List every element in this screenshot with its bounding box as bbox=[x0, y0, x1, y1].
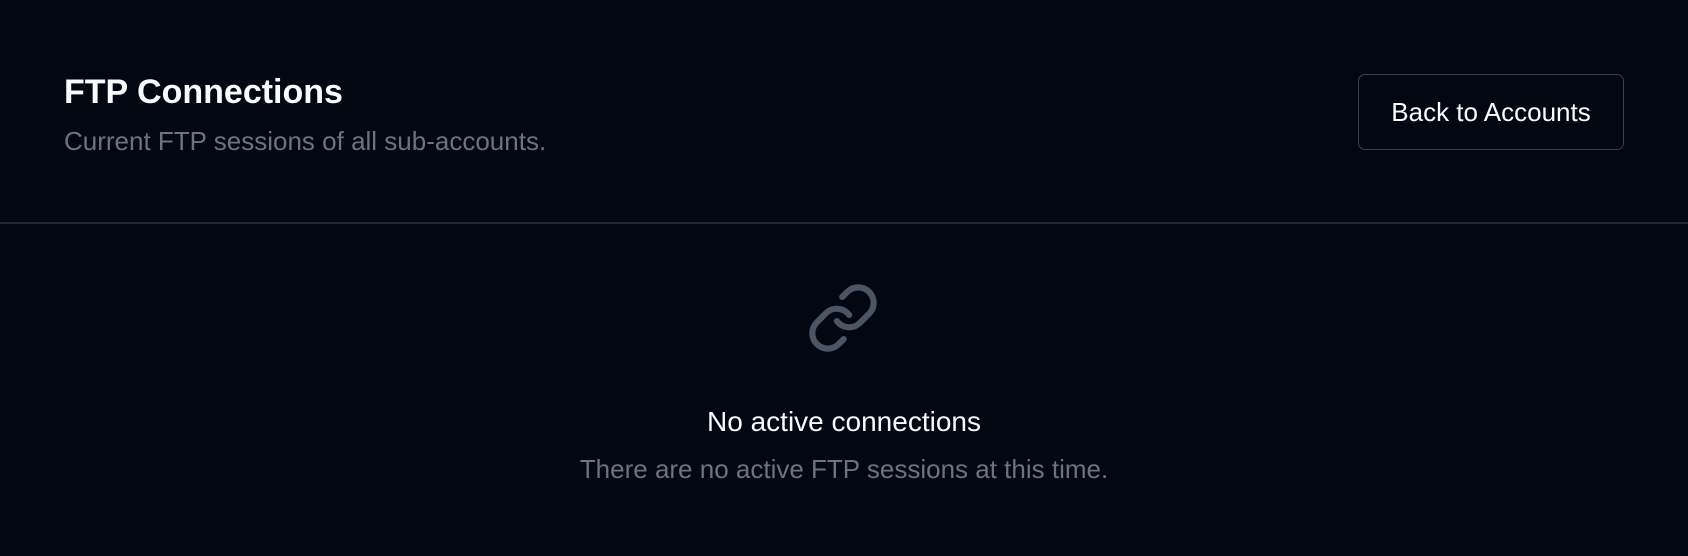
page-header: FTP Connections Current FTP sessions of … bbox=[0, 0, 1688, 224]
link-icon bbox=[806, 281, 880, 355]
page-title: FTP Connections bbox=[64, 73, 343, 111]
ftp-connections-page: FTP Connections Current FTP sessions of … bbox=[0, 0, 1688, 556]
empty-state-title: No active connections bbox=[707, 406, 981, 437]
empty-state: No active connections There are no activ… bbox=[0, 226, 1688, 556]
page-subtitle: Current FTP sessions of all sub-accounts… bbox=[64, 126, 547, 156]
back-to-accounts-button[interactable]: Back to Accounts bbox=[1358, 74, 1624, 150]
empty-state-description: There are no active FTP sessions at this… bbox=[579, 454, 1109, 484]
